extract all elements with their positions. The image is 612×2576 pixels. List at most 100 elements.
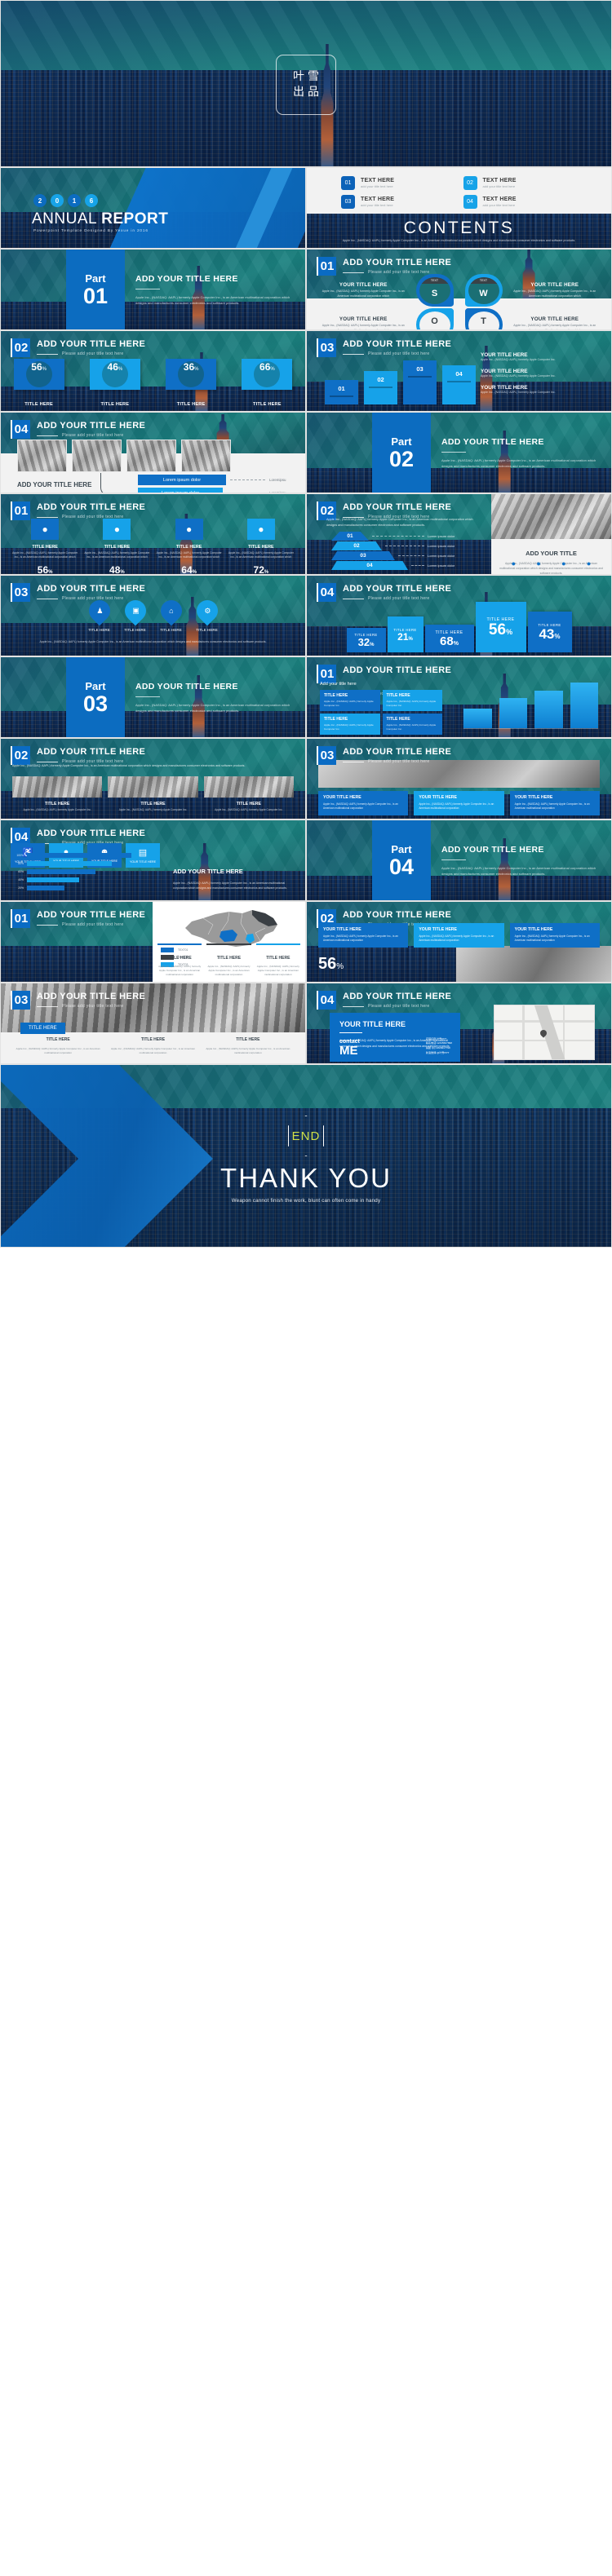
pyramid-level[interactable]: 01 Lorem ipsum dolor — [331, 532, 470, 541]
photo-thumbnail[interactable] — [17, 440, 67, 472]
funnel-row[interactable]: Lorem ipsum dolor Loremipsu — [138, 488, 297, 493]
info-card[interactable]: YOUR TITLE HERE Apple Inc., (NASDAQ: AAPL… — [318, 791, 409, 815]
chart-bar[interactable]: 02 — [364, 371, 397, 404]
location-map[interactable] — [494, 1005, 595, 1060]
slide-part-01[interactable]: Part 01 ADD YOUR TITLE HERE Apple Inc., … — [0, 249, 306, 330]
percent-block[interactable]: TITLE HERE 21% — [387, 616, 424, 652]
slide-icon-stats[interactable]: 01 ADD YOUR TITLE HERE Please add your ti… — [0, 493, 306, 575]
map-column[interactable]: TITLE HERE Apple Inc., (NASDAQ: AAPL) for… — [206, 943, 251, 977]
percent-card[interactable]: 46% — [89, 359, 140, 390]
hbar-label: 100% — [16, 854, 24, 857]
photo-thumbnail[interactable] — [108, 776, 198, 798]
slide-photo-grid[interactable]: 02 ADD YOUR TITLE HERE Please add your ti… — [0, 738, 306, 820]
slide-table-chart[interactable]: 01 ADD YOUR TITLE HEREPlease add your ti… — [306, 656, 612, 738]
pyramid-level[interactable]: 02 Lorem ipsum dolor — [331, 541, 470, 550]
contents-item-03[interactable]: 03 TEXT HERE add your title text here — [341, 195, 455, 209]
photo-thumbnail[interactable] — [203, 776, 294, 798]
city-column[interactable]: TITLE HERE Apple Inc., (NASDAQ: AAPL) for… — [110, 1030, 195, 1056]
photo-column[interactable]: TITLE HERE Apple Inc., (NASDAQ: AAPL) for… — [12, 776, 103, 812]
slide-thank-you[interactable]: END THANK YOU Weapon cannot finish the w… — [0, 1064, 612, 1248]
funnel-row[interactable]: Lorem ipsum dolor Loremipsu — [138, 475, 297, 485]
table-cell[interactable]: TITLE HERE Apple Inc., (NASDAQ: AAPL) for… — [382, 690, 442, 711]
pin-item[interactable]: ▣ TITLE HERE — [119, 595, 152, 632]
chart-bar[interactable] — [499, 698, 527, 728]
hbar-row[interactable]: 80% — [11, 861, 148, 866]
chart-bar[interactable]: 01 — [325, 380, 358, 404]
contents-item-02[interactable]: 02 TEXT HERE add your title text here — [463, 176, 578, 190]
chart-bar[interactable] — [463, 709, 492, 728]
swot-shape-o[interactable]: TEXT O — [415, 308, 454, 329]
slide-big-percent[interactable]: 04 ADD YOUR TITLE HERE Please add your ti… — [306, 575, 612, 656]
chart-bar[interactable] — [534, 690, 563, 728]
slide-three-cards[interactable]: 03 ADD YOUR TITLE HERE Please add your ti… — [306, 738, 612, 820]
percent-card[interactable]: 36% — [166, 359, 217, 390]
city-column[interactable]: TITLE HERE Apple Inc., (NASDAQ: AAPL) for… — [206, 1030, 290, 1056]
info-card[interactable]: YOUR TITLE HERE Apple Inc., (NASDAQ: AAPL… — [509, 791, 600, 815]
icon-stat-column[interactable]: ● TITLE HERE Apple Inc., (NASDAQ: AAPL) … — [84, 519, 149, 574]
photo-column[interactable]: TITLE HERE Apple Inc., (NASDAQ: AAPL) for… — [108, 776, 198, 812]
chart-bar[interactable]: 03 — [403, 360, 437, 404]
slide-part-02[interactable]: Part 02 ADD YOUR TITLE HERE Apple Inc., … — [306, 412, 612, 493]
table-cell[interactable]: TITLE HERE Apple Inc., (NASDAQ: AAPL) for… — [320, 690, 380, 711]
photo-thumbnail[interactable] — [72, 440, 122, 472]
slide-cover[interactable]: 叶雪 出品 — [0, 0, 612, 167]
hbar-row[interactable]: 100% — [11, 853, 148, 858]
contents-item-01[interactable]: 01 TEXT HERE add your title text here — [341, 176, 455, 190]
table-cell[interactable]: TITLE HERE Apple Inc., (NASDAQ: AAPL) for… — [382, 713, 442, 735]
slide-contact[interactable]: 04 ADD YOUR TITLE HERE Please add your ti… — [306, 983, 612, 1064]
slide-part-03[interactable]: Part 03 ADD YOUR TITLE HERE Apple Inc., … — [0, 656, 306, 738]
slide-56-percent[interactable]: 02 ADD YOUR TITLE HEREPlease add your ti… — [306, 901, 612, 983]
icon-stat-column[interactable]: ● TITLE HERE Apple Inc., (NASDAQ: AAPL) … — [157, 519, 222, 574]
hbar-row[interactable]: 60% — [11, 869, 148, 874]
cash-icon: ● — [586, 559, 592, 568]
info-card[interactable]: YOUR TITLE HERE Apple Inc., (NASDAQ: AAPL… — [414, 791, 504, 815]
swot-shape-w[interactable]: TEXT W — [464, 274, 503, 307]
info-card[interactable]: YOUR TITLE HERE Apple Inc., (NASDAQ: AAPL… — [509, 923, 600, 948]
slide-annual-report[interactable]: 2 0 1 6 ANNUAL REPORT Powerpoint Templat… — [0, 167, 306, 249]
chart-bar[interactable]: 04 — [442, 365, 476, 404]
info-card[interactable]: YOUR TITLE HERE Apple Inc., (NASDAQ: AAPL… — [414, 923, 504, 948]
photo-thumbnail[interactable] — [126, 440, 176, 472]
chart-bar[interactable] — [570, 682, 598, 728]
desk-photo[interactable] — [491, 494, 611, 539]
swot-shape-t[interactable]: TEXT T — [464, 308, 503, 329]
map-column[interactable]: TITLE HERE Apple Inc., (NASDAQ: AAPL) for… — [157, 943, 202, 977]
slide-horizontal-bars[interactable]: 04 ADD YOUR TITLE HEREPlease add your ti… — [0, 820, 306, 901]
swot-shape-s[interactable]: TEXT S — [415, 274, 454, 307]
slide-map-pins[interactable]: 03 ADD YOUR TITLE HERE Please add your ti… — [0, 575, 306, 656]
photo-thumbnail[interactable] — [12, 776, 103, 798]
percent-block[interactable]: TITLE HERE 56% — [475, 602, 526, 652]
hand-photo[interactable] — [456, 946, 611, 982]
part-number-block: Part 01 — [66, 250, 125, 329]
info-card[interactable]: YOUR TITLE HERE Apple Inc., (NASDAQ: AAPL… — [318, 923, 409, 948]
china-map-graphic[interactable] — [171, 907, 285, 949]
photo-column[interactable]: TITLE HERE Apple Inc., (NASDAQ: AAPL) for… — [203, 776, 294, 812]
percent-block[interactable]: TITLE HERE 32% — [346, 628, 386, 652]
pyramid-level[interactable]: 03 Lorem ipsum dolor — [331, 551, 470, 560]
photo-thumbnail[interactable] — [181, 440, 231, 472]
pyramid-level[interactable]: 04 Lorem ipsum dolor — [331, 561, 470, 570]
percent-block[interactable]: TITLE HERE 68% — [424, 625, 474, 652]
icon-stat-column[interactable]: ● TITLE HERE Apple Inc., (NASDAQ: AAPL) … — [228, 519, 294, 574]
slide-part-04[interactable]: Part 04 ADD YOUR TITLE HERE Apple Inc., … — [306, 820, 612, 901]
slide-pyramid[interactable]: ADD YOUR TITLE Apple Inc., (NASDAQ: AAPL… — [306, 493, 612, 575]
slide-bar-chart[interactable]: 03 ADD YOUR TITLE HERE Please add your ti… — [306, 330, 612, 412]
hbar-row[interactable]: 20% — [11, 886, 148, 890]
icon-stat-column[interactable]: ● TITLE HERE Apple Inc., (NASDAQ: AAPL) … — [12, 519, 78, 574]
contents-item-04[interactable]: 04 TEXT HERE add your title text here — [463, 195, 578, 209]
slide-china-map[interactable]: 01 ADD YOUR TITLE HERE Please add your ti… — [0, 901, 306, 983]
slide-contents[interactable]: 01 TEXT HERE add your title text here 02 … — [306, 167, 612, 249]
slide-city-photo[interactable]: 03 ADD YOUR TITLE HERE Please add your ti… — [0, 983, 306, 1064]
slide-percent-cards[interactable]: 02 ADD YOUR TITLE HERE Please add your ti… — [0, 330, 306, 412]
pin-item[interactable]: ⚙ TITLE HERE — [191, 595, 224, 632]
table-cell[interactable]: TITLE HERE Apple Inc., (NASDAQ: AAPL) for… — [320, 713, 380, 735]
pin-item[interactable]: ⌂ TITLE HERE — [155, 595, 188, 632]
slide-cart-funnel[interactable]: 04 ADD YOUR TITLE HERE Please add your ti… — [0, 412, 306, 493]
percent-block[interactable]: TITLE HERE 43% — [527, 612, 572, 652]
slide-swot[interactable]: 01 ADD YOUR TITLE HERE Please add your ti… — [306, 249, 612, 330]
percent-card[interactable]: 56% — [13, 359, 64, 390]
percent-card[interactable]: 66% — [242, 359, 293, 390]
map-column[interactable]: TITLE HERE Apple Inc., (NASDAQ: AAPL) for… — [255, 943, 300, 977]
hbar-row[interactable]: 40% — [11, 877, 148, 882]
pin-item[interactable]: ♟ TITLE HERE — [83, 595, 116, 632]
